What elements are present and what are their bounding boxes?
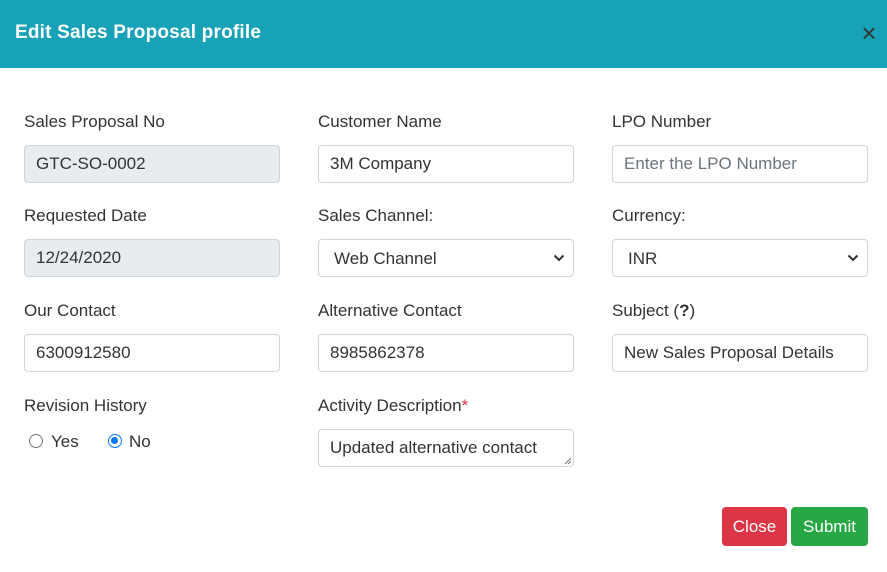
chevron-down-icon bbox=[847, 254, 859, 262]
sales-channel-value: Web Channel bbox=[334, 249, 437, 268]
submit-button[interactable]: Submit bbox=[791, 507, 868, 546]
subject-label-close: ) bbox=[689, 301, 696, 320]
activity-description-label: Activity Description* bbox=[318, 396, 468, 416]
close-icon[interactable]: × bbox=[858, 20, 880, 46]
alternative-contact-field[interactable] bbox=[318, 334, 574, 372]
modal-title: Edit Sales Proposal profile bbox=[15, 22, 262, 43]
our-contact-label: Our Contact bbox=[24, 301, 116, 320]
sales-proposal-no-label: Sales Proposal No bbox=[24, 112, 165, 131]
revision-yes-label[interactable]: Yes bbox=[51, 432, 79, 452]
activity-description-label-text: Activity Description bbox=[318, 396, 462, 415]
revision-no-label[interactable]: No bbox=[129, 432, 151, 452]
requested-date-field[interactable] bbox=[24, 239, 280, 277]
lpo-number-field[interactable] bbox=[612, 145, 868, 183]
activity-description-value: Updated alternative contact bbox=[330, 438, 537, 457]
sales-channel-label: Sales Channel: bbox=[318, 206, 434, 225]
currency-label: Currency: bbox=[612, 206, 686, 225]
close-button[interactable]: Close bbox=[722, 507, 787, 546]
modal-header: Edit Sales Proposal profile × bbox=[0, 0, 887, 68]
sales-channel-select[interactable]: Web Channel bbox=[318, 239, 574, 277]
revision-no-radio[interactable] bbox=[108, 434, 122, 448]
subject-label: Subject (?) bbox=[612, 301, 695, 321]
resize-grip-icon[interactable] bbox=[563, 456, 572, 465]
customer-name-field[interactable] bbox=[318, 145, 574, 183]
currency-value: INR bbox=[628, 249, 658, 268]
requested-date-label: Requested Date bbox=[24, 206, 147, 225]
our-contact-field[interactable] bbox=[24, 334, 280, 372]
chevron-down-icon bbox=[553, 254, 565, 262]
activity-description-textarea[interactable]: Updated alternative contact bbox=[318, 429, 574, 467]
currency-select[interactable]: INR bbox=[612, 239, 868, 277]
alternative-contact-label: Alternative Contact bbox=[318, 301, 462, 320]
customer-name-label: Customer Name bbox=[318, 112, 442, 131]
subject-label-text: Subject ( bbox=[612, 301, 680, 320]
subject-field[interactable] bbox=[612, 334, 868, 372]
required-mark: * bbox=[461, 396, 469, 415]
help-icon[interactable]: ? bbox=[679, 301, 689, 320]
revision-yes-radio[interactable] bbox=[29, 434, 43, 448]
sales-proposal-no-field[interactable] bbox=[24, 145, 280, 183]
revision-history-label: Revision History bbox=[24, 396, 147, 415]
lpo-number-label: LPO Number bbox=[612, 112, 712, 131]
